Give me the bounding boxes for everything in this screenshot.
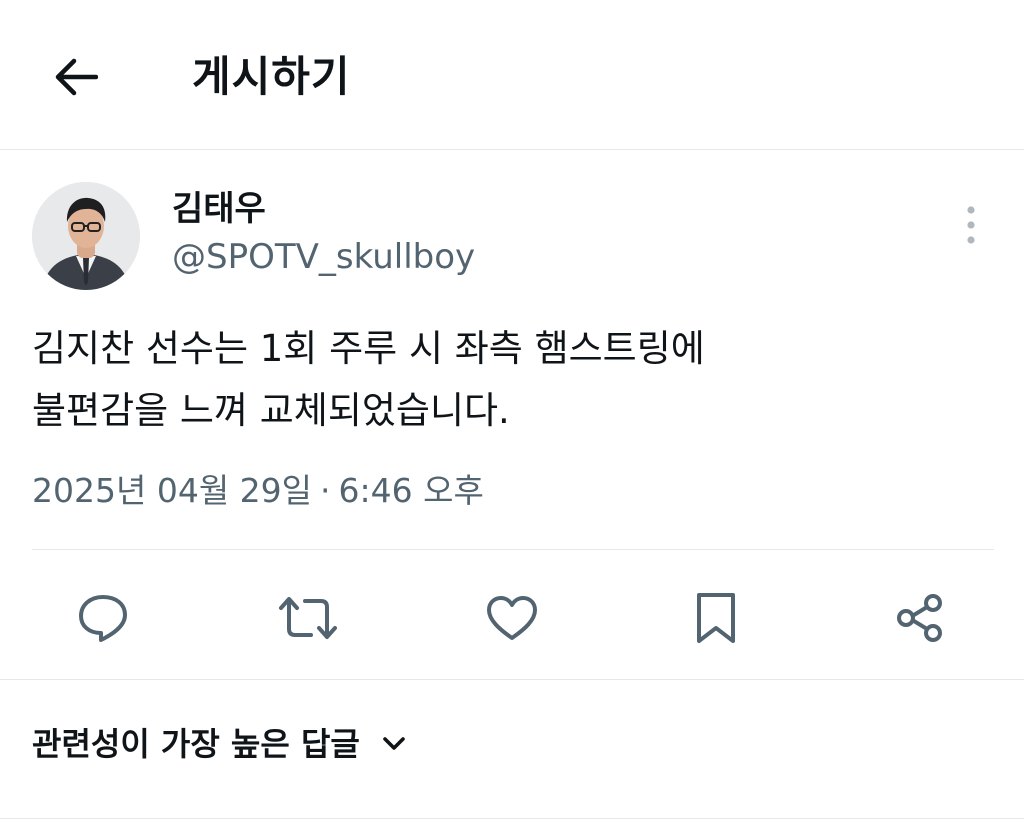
share-icon: [897, 594, 942, 642]
replies-sort-label: 관련성이 가장 높은 답글: [32, 725, 360, 763]
chevron-down-icon: [382, 736, 406, 752]
arrow-left-icon: [55, 58, 98, 96]
tweet-timestamp[interactable]: 2025년 04월 29일 · 6:46 오후: [32, 466, 484, 516]
author-handle[interactable]: @SPOTV_skullboy: [172, 233, 475, 281]
tweet-date: 2025년 04월 29일: [32, 471, 313, 510]
retweet-icon: [279, 597, 337, 639]
back-button[interactable]: [44, 46, 106, 108]
tweet-detail-screen: 게시하기 김태우 @SPOTV_skullboy 김지찬 선수는 1회 주루 시…: [0, 0, 1024, 823]
heart-icon: [487, 596, 537, 640]
divider: [32, 549, 994, 550]
more-vertical-icon: [967, 206, 975, 244]
replies-sort-dropdown[interactable]: 관련성이 가장 높은 답글: [32, 716, 406, 772]
share-button[interactable]: [882, 580, 958, 656]
reply-button[interactable]: [65, 580, 141, 656]
bookmark-icon: [697, 593, 735, 643]
tweet-text-line: 불편감을 느껴 교체되었습니다.: [32, 389, 510, 432]
page-title: 게시하기: [192, 52, 351, 101]
divider: [0, 679, 1024, 680]
meta-separator: ·: [320, 471, 331, 510]
avatar[interactable]: [32, 182, 140, 290]
bookmark-button[interactable]: [678, 580, 754, 656]
author-name[interactable]: 김태우: [172, 185, 266, 233]
top-app-bar: 게시하기: [0, 0, 1024, 150]
speech-bubble-icon: [79, 595, 127, 642]
more-options-button[interactable]: [944, 198, 998, 252]
tweet-text: 김지찬 선수는 1회 주루 시 좌측 햄스트링에 불편감을 느껴 교체되었습니다…: [32, 318, 992, 442]
tweet-time: 6:46 오후: [338, 471, 484, 510]
tweet-actions-bar: [0, 580, 1024, 656]
retweet-button[interactable]: [270, 580, 346, 656]
tweet-text-line: 김지찬 선수는 1회 주루 시 좌측 햄스트링에: [32, 327, 705, 370]
profile-photo: [32, 182, 140, 290]
like-button[interactable]: [474, 580, 550, 656]
divider: [0, 818, 1024, 819]
